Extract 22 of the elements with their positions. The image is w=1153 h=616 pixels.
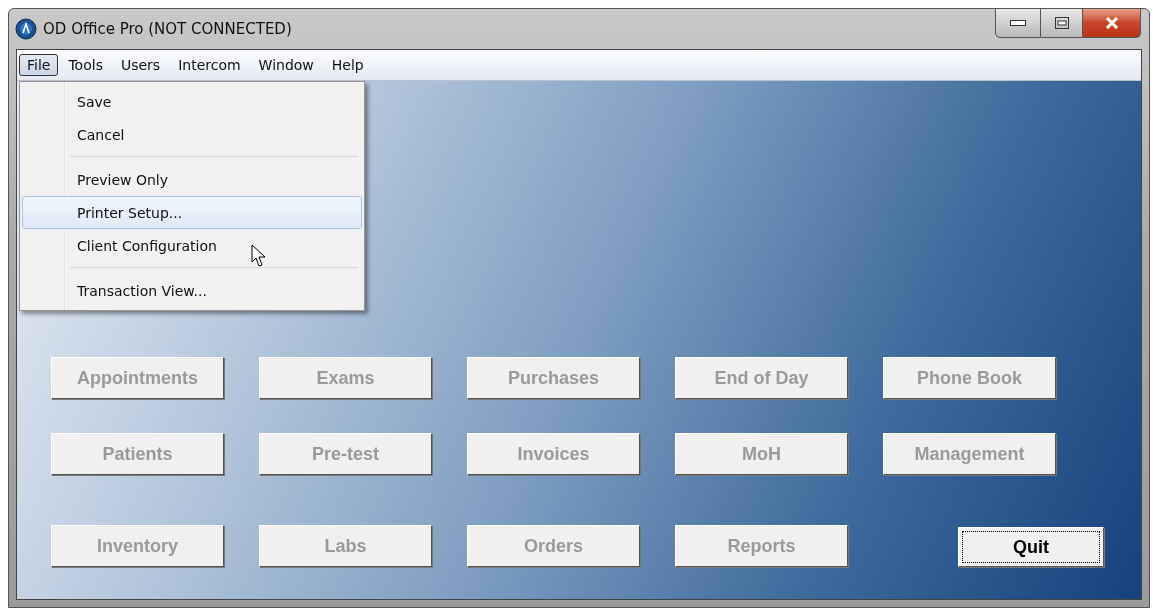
menu-entry[interactable]: Save xyxy=(22,85,362,118)
close-button[interactable] xyxy=(1083,8,1141,38)
menu-item[interactable]: Users xyxy=(112,54,169,76)
menu-entry[interactable]: Client Configuration xyxy=(22,229,362,262)
window-title: OD Office Pro (NOT CONNECTED) xyxy=(43,20,292,38)
menu-item[interactable]: Window xyxy=(250,54,322,76)
menu-entry[interactable]: Preview Only xyxy=(22,163,362,196)
minimize-icon xyxy=(1010,20,1026,26)
menu-item[interactable]: Tools xyxy=(60,54,111,76)
menu-item[interactable]: Help xyxy=(323,54,372,76)
maximize-icon xyxy=(1054,17,1069,29)
module-button[interactable]: Quit xyxy=(958,527,1104,567)
menu-entry[interactable]: Cancel xyxy=(22,118,362,151)
menu-item[interactable]: File xyxy=(19,54,59,76)
menu-item[interactable]: Intercom xyxy=(170,54,249,76)
minimize-button[interactable] xyxy=(995,8,1041,38)
menu-entry[interactable]: Transaction View... xyxy=(22,274,362,307)
maximize-button[interactable] xyxy=(1041,8,1083,38)
mouse-cursor-icon xyxy=(251,244,267,268)
menu-entry[interactable]: Printer Setup... xyxy=(22,196,362,229)
app-icon xyxy=(15,18,37,40)
close-icon xyxy=(1104,17,1119,29)
